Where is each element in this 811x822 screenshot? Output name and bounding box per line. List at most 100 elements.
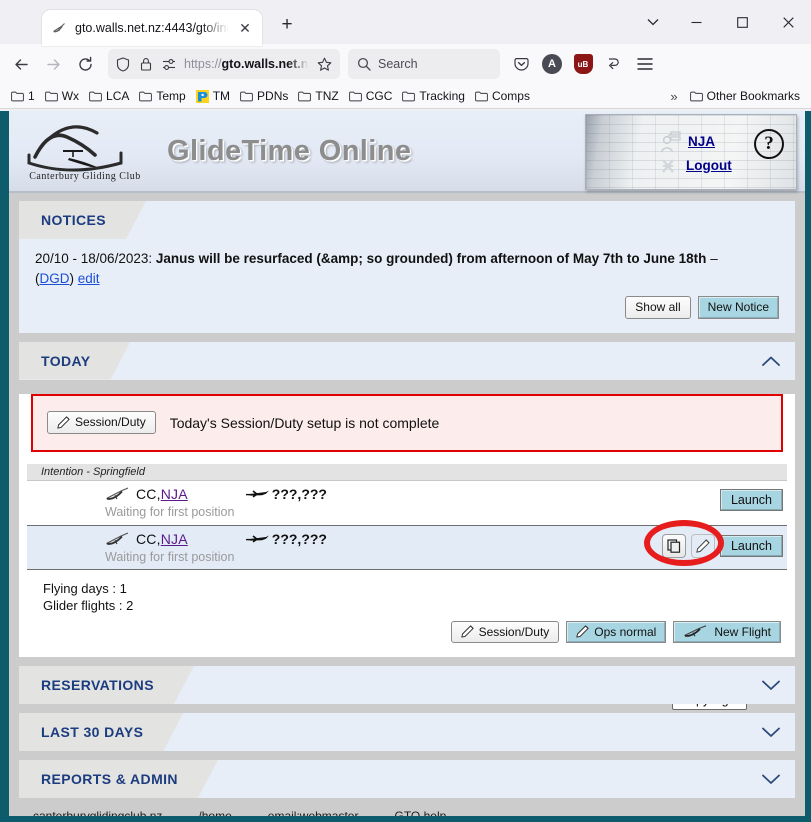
flight-line: CC,NJA ???,??? [105,486,720,502]
flight-row[interactable]: CC,NJA ???,??? Waiting for first positio… [27,519,787,570]
hamburger-icon[interactable] [630,49,660,79]
club-logo: Canterbury Gliding Club [21,121,149,182]
bookmarks-bar: 1 Wx LCA Temp TM PDNs TNZ CGC Tracking C… [0,84,811,109]
towplane-icon [244,487,270,500]
flight-pilot: CC,NJA [136,486,188,502]
help-button[interactable]: ? [754,129,784,159]
permissions-icon[interactable] [160,55,178,73]
reload-icon[interactable] [70,49,100,79]
notice-edit-link[interactable]: edit [78,271,100,286]
pilot-link[interactable]: NJA [161,486,188,502]
pencil-icon [57,416,70,429]
today-panel-header[interactable]: TODAY [19,341,795,380]
glider-flights-stat: Glider flights : 2 [43,598,134,614]
notices-panel-header[interactable]: NOTICES [19,201,795,239]
panel-stack: NOTICES 20/10 - 18/06/2023: Janus will b… [9,193,805,798]
last-30-days-panel-header[interactable]: LAST 30 DAYS [19,713,795,751]
bookmark-wx[interactable]: Wx [40,87,84,105]
browser-window: gto.walls.net.nz:4443/gto/index ✕ + [0,0,811,822]
account-avatar[interactable]: A [537,49,567,79]
glidetime-page: Canterbury Gliding Club GlideTime Online [6,111,805,816]
pilot-link[interactable]: NJA [161,531,188,547]
edit-flight-button[interactable] [690,533,715,558]
notice-author-link[interactable]: DGD [40,271,70,286]
window-close-button[interactable] [765,0,811,44]
chevron-down-icon[interactable] [761,726,781,738]
other-bookmarks[interactable]: Other Bookmarks [685,87,805,105]
flight-details: CC,NJA ???,??? Waiting for first positio… [27,486,720,519]
glider-icon [105,486,131,501]
tab-title: gto.walls.net.nz:4443/gto/index [75,21,229,35]
minimize-button[interactable] [673,0,719,44]
lock-icon[interactable] [138,55,154,73]
notice-item: 20/10 - 18/06/2023: Janus will be resurf… [35,249,779,288]
bookmark-temp[interactable]: Temp [134,87,190,105]
bookmarks-overflow-icon[interactable]: » [663,89,684,104]
bookmark-label: CGC [365,89,393,103]
bookmark-1[interactable]: 1 [6,87,40,105]
bookmark-label: Comps [491,89,530,103]
copy-flight-button[interactable] [661,533,686,558]
bookmark-pdns[interactable]: PDNs [235,87,293,105]
bookmark-cgc[interactable]: CGC [344,87,398,105]
folder-icon [348,91,362,102]
flight-row[interactable]: CC,NJA ???,??? Waiting for first positio… [27,481,787,525]
bookmark-tnz[interactable]: TNZ [293,87,343,105]
new-tab-button[interactable]: + [272,10,302,40]
new-flight-label: New Flight [714,624,771,639]
launch-button[interactable]: Launch [719,534,783,557]
site-favicon [195,89,209,103]
session-duty-alert-button[interactable]: Session/Duty [47,411,156,434]
bookmark-label: PDNs [257,89,289,103]
footer-link-home[interactable]: /home [198,809,231,816]
maximize-button[interactable] [719,0,765,44]
footer-link-gto-help[interactable]: GTO help [394,809,446,816]
ops-normal-button[interactable]: Ops normal [566,620,667,643]
bookmark-lca[interactable]: LCA [84,87,134,105]
chevron-down-icon[interactable] [761,773,781,785]
flying-days-stat: Flying days : 1 [43,580,127,596]
launch-button[interactable]: Launch [719,488,783,511]
new-flight-button[interactable]: New Flight [673,620,781,643]
forward-icon[interactable] [38,49,68,79]
chevron-down-icon[interactable] [761,679,781,691]
bookmark-tm[interactable]: TM [191,87,235,105]
search-input[interactable]: Search [378,57,418,71]
back-icon[interactable] [6,49,36,79]
copy-icon [667,538,681,553]
bookmark-star-icon[interactable] [314,54,334,74]
reports-admin-panel-header[interactable]: REPORTS & ADMIN [19,760,795,798]
tow-label: ???,??? [271,530,327,547]
browser-tab[interactable]: gto.walls.net.nz:4443/gto/index ✕ [42,10,262,46]
url-text[interactable]: https://gto.walls.net.nz:4443/gto/inde [184,57,308,71]
flight-actions: Launch [719,486,783,511]
url-bar[interactable]: https://gto.walls.net.nz:4443/gto/inde [108,49,340,79]
new-notice-button[interactable]: New Notice [697,296,779,319]
list-all-tabs-button[interactable] [633,0,673,44]
pilot-code: CC, [136,530,161,547]
sync-icon[interactable] [599,49,629,79]
bookmark-comps[interactable]: Comps [470,87,535,105]
url-host: gto.walls.net.nz [221,57,308,71]
close-icon[interactable]: ✕ [236,19,254,37]
page-title: GlideTime Online [167,134,412,167]
bookmark-label: Tracking [419,89,465,103]
notices-panel: NOTICES 20/10 - 18/06/2023: Janus will b… [19,201,795,333]
footer-link-club-site[interactable]: canterburyglidingclub.nz [33,809,162,816]
session-duty-button[interactable]: Session/Duty [450,620,560,643]
chevron-up-icon[interactable] [761,355,781,367]
show-all-button[interactable]: Show all [625,296,691,319]
bookmark-tracking[interactable]: Tracking [397,87,470,105]
ublock-origin-icon[interactable]: uB [568,49,598,79]
pocket-icon[interactable] [506,49,536,79]
shield-icon[interactable] [114,55,132,73]
search-bar[interactable]: Search [348,49,500,79]
user-name-link[interactable]: NJA [688,134,715,149]
notice-buttons: Show all New Notice [35,296,779,319]
tab-strip: gto.walls.net.nz:4443/gto/index ✕ + [0,0,811,46]
reservations-panel-header[interactable]: RESERVATIONS [19,666,795,704]
tow-label: ???,??? [271,485,327,502]
pencil-icon [576,625,590,638]
footer-link-webmaster[interactable]: email:webmaster [268,809,359,816]
logout-link[interactable]: Logout [686,158,732,173]
